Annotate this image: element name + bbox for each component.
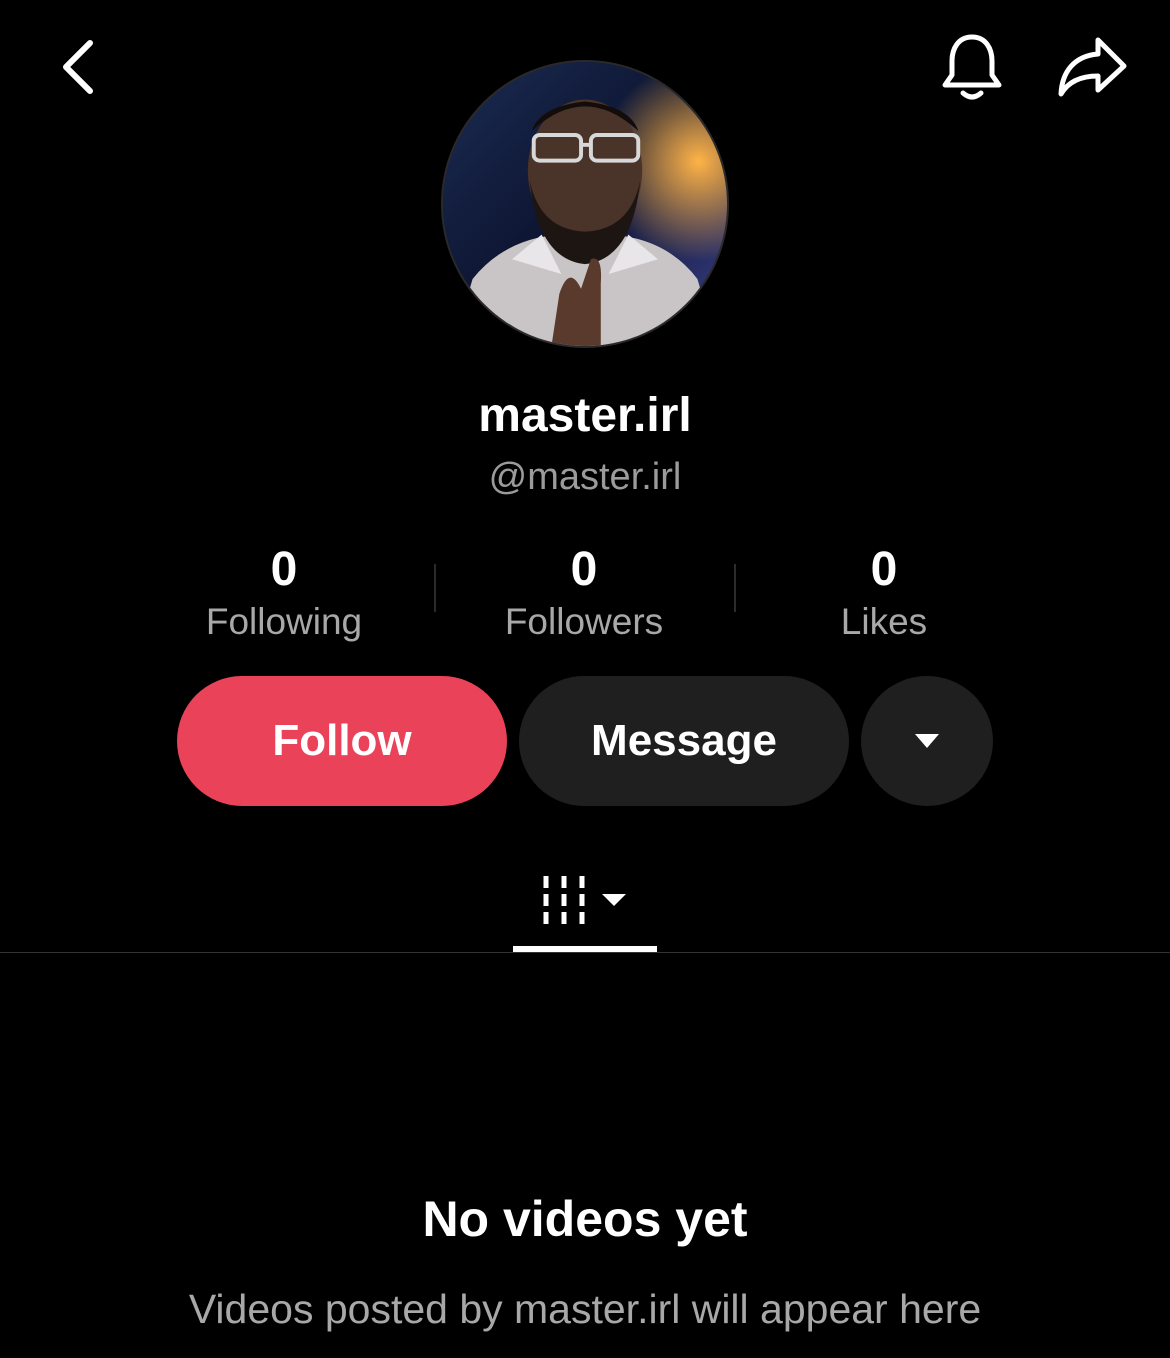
tab-caret-down-icon	[602, 894, 626, 906]
caret-down-icon	[915, 734, 939, 748]
message-button[interactable]: Message	[519, 676, 849, 806]
stat-followers[interactable]: 0 Followers	[434, 540, 734, 644]
follow-button[interactable]: Follow	[177, 676, 507, 806]
avatar[interactable]	[441, 60, 729, 348]
empty-state-title: No videos yet	[422, 1191, 748, 1247]
following-count: 0	[270, 543, 298, 596]
followers-label: Followers	[504, 601, 664, 642]
likes-label: Likes	[840, 601, 928, 642]
more-options-button[interactable]	[861, 676, 993, 806]
following-label: Following	[205, 601, 363, 642]
stat-following[interactable]: 0 Following	[134, 540, 434, 644]
username-handle: @master.irl	[488, 456, 682, 498]
share-button[interactable]	[1050, 22, 1134, 112]
followers-count: 0	[570, 543, 598, 596]
profile-page: master.irl @master.irl 0 Following 0 Fol…	[0, 0, 1170, 1358]
tab-videos[interactable]	[513, 860, 657, 940]
likes-count: 0	[870, 543, 898, 596]
chevron-left-icon	[63, 40, 93, 94]
tab-divider	[0, 952, 1170, 953]
notifications-button[interactable]	[930, 22, 1014, 112]
empty-state-subtitle: Videos posted by master.irl will appear …	[188, 1286, 982, 1332]
stat-likes[interactable]: 0 Likes	[734, 540, 1034, 644]
bell-icon	[942, 34, 1002, 100]
display-name: master.irl	[478, 389, 692, 442]
share-arrow-icon	[1058, 37, 1127, 97]
grid-lines-icon	[543, 876, 626, 924]
avatar-photo	[443, 62, 727, 346]
back-button[interactable]	[40, 22, 120, 112]
